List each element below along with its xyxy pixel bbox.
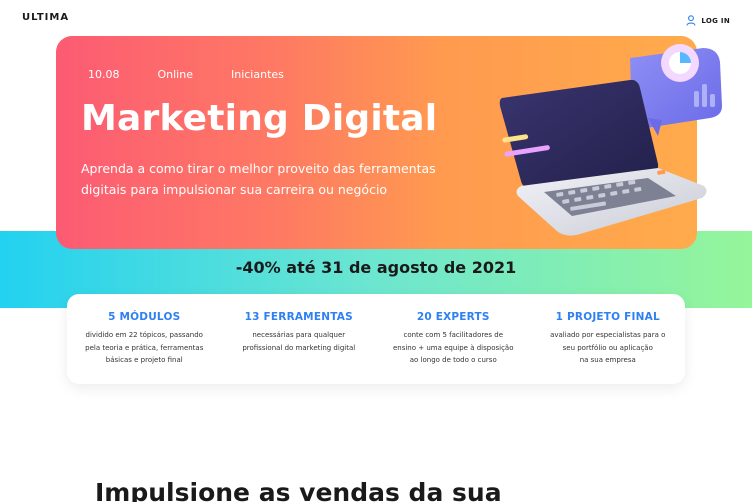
hero-meta: 10.08 Online Iniciantes [88,68,322,81]
feature-description: conte com 5 facilitadores de ensino + um… [392,331,514,364]
logo[interactable]: ULTIMA [22,12,69,23]
laptop-illustration [498,36,724,241]
feature-title: 5 MÓDULOS [108,311,181,323]
feature-title: 1 PROJETO FINAL [555,311,660,323]
feature-description: necessárias para qualquer profissional d… [242,331,356,352]
feature-experts: 20 EXPERTS conte com 5 facilitadores de … [376,294,531,384]
hero-title: Marketing Digital [81,98,438,139]
hero-description: Aprenda a como tirar o melhor proveito d… [81,161,436,197]
hero-mode: Online [157,68,193,81]
login-label: LOG IN [701,16,730,25]
top-bar: ULTIMA LOG IN [0,0,752,36]
feature-tools: 13 FERRAMENTAS necessárias para qualquer… [222,294,377,384]
feature-description: dividido em 22 tópicos, passando pela te… [85,331,204,364]
promo-text: -40% até 31 de agosto de 2021 [235,258,517,277]
feature-project: 1 PROJETO FINAL avaliado por especialist… [531,294,686,384]
hero-date: 10.08 [88,68,120,81]
feature-description: avaliado por especialistas para o seu po… [550,331,666,364]
feature-title: 13 FERRAMENTAS [244,311,353,323]
features-card: 5 MÓDULOS dividido em 22 tópicos, passan… [67,294,685,384]
feature-modules: 5 MÓDULOS dividido em 22 tópicos, passan… [67,294,222,384]
section-title: Impulsione as vendas da sua [95,478,502,502]
hero-level: Iniciantes [230,68,284,81]
user-icon [686,11,696,30]
login-button[interactable]: LOG IN [686,11,730,30]
feature-title: 20 EXPERTS [416,311,490,323]
